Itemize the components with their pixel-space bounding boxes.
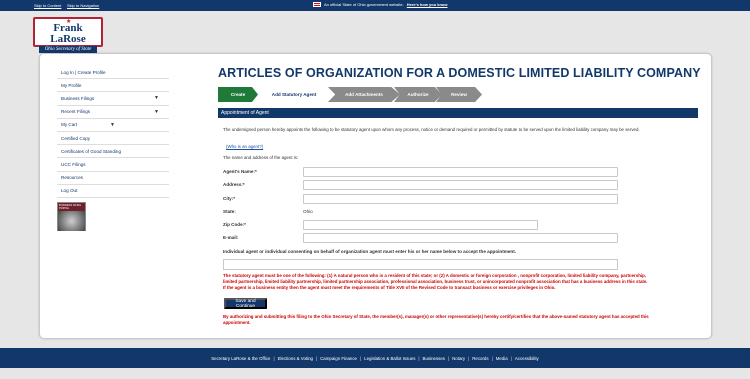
step-add-statutory-agent: Add Statutory Agent	[256, 87, 332, 102]
intro-text: The undersigned person hereby appoints t…	[223, 127, 640, 132]
sidebar-item-label: Business Filings	[61, 95, 95, 101]
city-field[interactable]	[303, 194, 618, 204]
sidebar-item-label: Certified Copy	[61, 135, 91, 141]
address-field[interactable]	[303, 180, 618, 190]
site-logo[interactable]: ★ Frank LaRose Ohio Secretary of State	[33, 17, 103, 53]
business-portal-badge[interactable]: BUSINESS FILING PORTAL	[57, 202, 86, 231]
sidebar-item-login[interactable]: Log In | Create Profile	[57, 66, 169, 80]
footer-link-records[interactable]: Records	[469, 356, 491, 361]
state-value: Ohio	[303, 209, 313, 214]
email-label: E-mail:	[223, 235, 239, 240]
sidebar-item-ucc-filings[interactable]: UCC Filings	[57, 158, 169, 172]
step-add-attachments: Add Attachments	[328, 87, 400, 102]
skip-to-navigation-link[interactable]: Skip to Navigation	[67, 3, 99, 8]
footer-link-legislation[interactable]: Legislation & Ballot Issues	[361, 356, 418, 361]
badge-caption: BUSINESS FILING PORTAL	[58, 203, 85, 211]
logo-name: Frank LaRose	[50, 22, 86, 45]
step-authorize: Authorize	[394, 87, 442, 102]
sidebar-item-label: Certificates of Good Standing	[61, 148, 122, 154]
agent-name-label: Agent's Name:*	[223, 169, 257, 174]
address-label: Address:*	[223, 182, 245, 187]
zip-code-field[interactable]	[303, 220, 538, 230]
footer-link-elections[interactable]: Elections & Voting	[275, 356, 316, 361]
zip-label: Zip Code:*	[223, 222, 246, 227]
official-site-notice: An official State of Ohio government web…	[313, 2, 448, 7]
sidebar-item-resources[interactable]: Resources	[57, 172, 169, 185]
sidebar-nav: Log In | Create Profile My Profile Busin…	[57, 66, 169, 198]
sidebar-item-label: Resources	[61, 175, 83, 181]
sidebar-item-label: UCC Filings	[61, 161, 86, 167]
footer-link-accessibility[interactable]: Accessibility	[512, 356, 542, 361]
footer-bottom-strip	[0, 368, 750, 379]
star-icon: ★	[66, 19, 72, 25]
agent-requirements-warning: The statutory agent must be one of the f…	[223, 273, 648, 291]
sidebar-item-label: Log In | Create Profile	[61, 69, 106, 75]
sidebar-item-good-standing[interactable]: Certificates of Good Standing	[57, 145, 169, 159]
email-field[interactable]	[303, 233, 618, 243]
sidebar-item-label: Log Out	[61, 188, 78, 194]
section-header: Appointment of Agent	[218, 108, 698, 118]
sidebar-item-label: Recent Filings	[61, 109, 91, 115]
city-label: City:*	[223, 196, 235, 201]
skip-to-content-link[interactable]: Skip to Content	[34, 3, 61, 8]
seal-icon	[58, 211, 85, 231]
ohio-flag-icon	[313, 2, 321, 7]
footer-link-notary[interactable]: Notary	[449, 356, 468, 361]
progress-steps: Create Add Statutory Agent Add Attachmen…	[218, 87, 482, 102]
consent-name-field[interactable]	[223, 259, 618, 270]
state-label: State:	[223, 209, 236, 214]
who-is-agent-link[interactable]: (Who is an agent?)	[226, 144, 263, 149]
step-review: Review	[436, 87, 482, 102]
step-create: Create	[218, 87, 258, 102]
save-and-continue-button[interactable]: Save and Continue	[224, 298, 267, 309]
chevron-down-icon: ▼	[110, 121, 115, 128]
footer-link-office[interactable]: Secretary LaRose & the Office	[208, 356, 273, 361]
site-footer: Secretary LaRose & the Office | Elections…	[0, 348, 750, 368]
sidebar-item-my-profile[interactable]: My Profile	[57, 79, 169, 93]
logo-office: Ohio Secretary of State	[39, 46, 97, 53]
sidebar-item-certified-copy[interactable]: Certified Copy	[57, 132, 169, 146]
sidebar-item-business-filings[interactable]: Business Filings ▼	[57, 92, 169, 106]
sidebar-item-label: My Profile	[61, 82, 82, 88]
address-intro-text: The name and address of the agent is:	[223, 155, 299, 160]
certification-warning: By authorizing and submitting this filin…	[223, 314, 649, 326]
sidebar-item-log-out[interactable]: Log Out	[57, 185, 169, 198]
sidebar-item-my-cart[interactable]: My Cart ▼	[57, 119, 169, 132]
agent-name-field[interactable]	[303, 167, 618, 177]
chevron-down-icon: ▼	[154, 95, 159, 102]
chevron-down-icon: ▼	[154, 108, 159, 115]
sidebar-item-label: My Cart	[61, 122, 78, 128]
official-notice-text: An official State of Ohio government web…	[324, 2, 404, 7]
footer-link-media[interactable]: Media	[493, 356, 511, 361]
how-you-know-link[interactable]: Here's how you know	[407, 2, 448, 7]
consent-instruction: Individual agent or individual consentin…	[223, 249, 517, 254]
footer-link-businesses[interactable]: Businesses	[420, 356, 448, 361]
footer-link-campaign-finance[interactable]: Campaign Finance	[317, 356, 360, 361]
page-title: ARTICLES OF ORGANIZATION FOR A DOMESTIC …	[218, 66, 701, 80]
sidebar-item-recent-filings[interactable]: Recent Filings ▼	[57, 106, 169, 119]
top-utility-bar: Skip to Content Skip to Navigation An of…	[0, 0, 750, 11]
